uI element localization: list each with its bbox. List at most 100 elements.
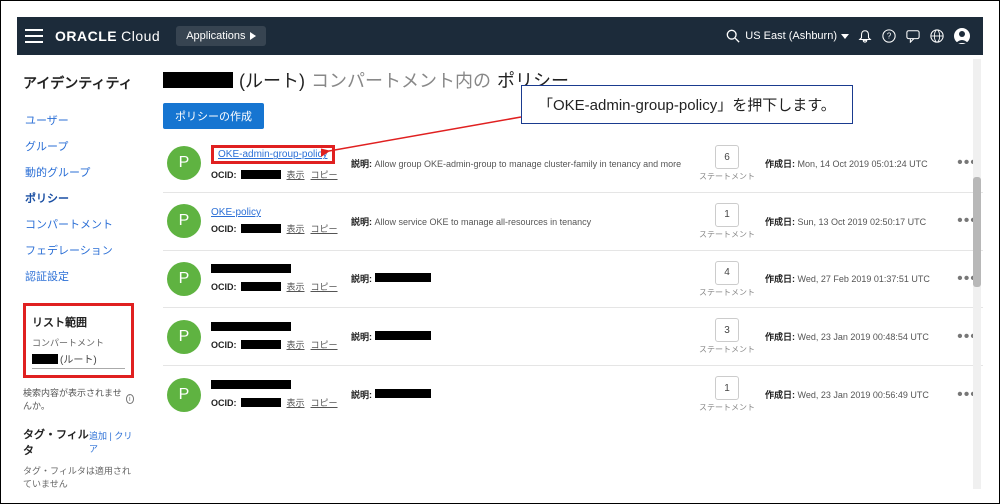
statement-count-label: ステートメント bbox=[699, 173, 755, 182]
title-root: (ルート) bbox=[239, 67, 305, 93]
ocid-copy-link[interactable]: コピー bbox=[311, 222, 338, 235]
policy-avatar: P bbox=[167, 378, 201, 412]
user-avatar-icon[interactable] bbox=[954, 28, 970, 44]
search-hint: 検索内容が表示されませんか。 i bbox=[23, 386, 134, 412]
redacted-text bbox=[241, 340, 281, 349]
list-scope-title: リスト範囲 bbox=[32, 314, 125, 330]
sidebar: アイデンティティ ユーザー グループ 動的グループ ポリシー コンパートメント … bbox=[17, 55, 145, 485]
compartment-suffix: (ルート) bbox=[60, 351, 97, 366]
brand-main: ORACLE bbox=[55, 28, 117, 44]
compartment-selector[interactable]: (ルート) bbox=[32, 351, 125, 369]
redacted-text bbox=[211, 380, 291, 389]
policy-description: 説明: Allow group OKE-admin-group to manag… bbox=[351, 157, 689, 170]
statement-count: 1 bbox=[715, 376, 739, 400]
policy-row: POCID: 表示 コピー説明: 1ステートメント作成日: Wed, 23 Ja… bbox=[163, 366, 983, 423]
ocid-copy-link[interactable]: コピー bbox=[311, 280, 338, 293]
global-header: ORACLECloud Applications US East (Ashbur… bbox=[17, 17, 983, 55]
policy-name-link[interactable]: OKE-policy bbox=[211, 207, 261, 218]
redacted-text bbox=[163, 72, 233, 88]
sidebar-item-groups[interactable]: グループ bbox=[23, 133, 134, 159]
policy-list: POKE-admin-group-policyOCID: 表示 コピー説明: A… bbox=[163, 135, 983, 423]
policy-description: 説明: bbox=[351, 388, 689, 401]
redacted-text bbox=[241, 398, 281, 407]
policy-name-cell: OCID: 表示 コピー bbox=[211, 322, 341, 351]
globe-icon[interactable] bbox=[930, 29, 944, 43]
sidebar-item-policies[interactable]: ポリシー bbox=[23, 185, 134, 211]
created-date: 作成日: Sun, 13 Oct 2019 02:50:17 UTC bbox=[765, 215, 945, 228]
compartment-label: コンパートメント bbox=[32, 336, 125, 349]
chevron-down-icon bbox=[841, 34, 849, 39]
hamburger-menu-icon[interactable] bbox=[25, 29, 43, 43]
ocid-line: OCID: 表示 コピー bbox=[211, 338, 341, 351]
ocid-show-link[interactable]: 表示 bbox=[287, 338, 305, 351]
title-mid: コンパートメント内の bbox=[311, 71, 491, 91]
redacted-text bbox=[211, 264, 291, 273]
created-date: 作成日: Wed, 23 Jan 2019 00:56:49 UTC bbox=[765, 388, 945, 401]
statement-count-label: ステートメント bbox=[699, 289, 755, 298]
sidebar-item-compartments[interactable]: コンパートメント bbox=[23, 211, 134, 237]
redacted-text bbox=[375, 389, 431, 398]
scrollbar-thumb[interactable] bbox=[973, 177, 981, 287]
info-icon[interactable]: i bbox=[126, 394, 134, 404]
policy-avatar: P bbox=[167, 146, 201, 180]
search-icon[interactable] bbox=[726, 29, 740, 43]
sidebar-item-dynamic-groups[interactable]: 動的グループ bbox=[23, 159, 134, 185]
redacted-text bbox=[241, 170, 281, 179]
redacted-text bbox=[211, 322, 291, 331]
notifications-icon[interactable] bbox=[858, 29, 872, 43]
policy-row: POCID: 表示 コピー説明: 3ステートメント作成日: Wed, 23 Ja… bbox=[163, 308, 983, 366]
list-scope-panel: リスト範囲 コンパートメント (ルート) bbox=[23, 303, 134, 378]
policy-name-cell: OKE-policyOCID: 表示 コピー bbox=[211, 207, 341, 235]
statement-count: 1 bbox=[715, 203, 739, 227]
ocid-show-link[interactable]: 表示 bbox=[287, 168, 305, 181]
policy-avatar: P bbox=[167, 262, 201, 296]
redacted-text bbox=[241, 224, 281, 233]
highlighted-link: OKE-admin-group-policy bbox=[211, 145, 335, 164]
policy-avatar: P bbox=[167, 204, 201, 238]
ocid-copy-link[interactable]: コピー bbox=[311, 168, 338, 181]
redacted-text bbox=[375, 273, 431, 282]
ocid-show-link[interactable]: 表示 bbox=[287, 222, 305, 235]
sidebar-title: アイデンティティ bbox=[23, 73, 134, 93]
ocid-copy-link[interactable]: コピー bbox=[311, 396, 338, 409]
statement-count-label: ステートメント bbox=[699, 231, 755, 240]
sidebar-item-auth-settings[interactable]: 認証設定 bbox=[23, 263, 134, 289]
statement-count: 4 bbox=[715, 261, 739, 285]
redacted-text bbox=[375, 331, 431, 340]
instruction-callout: 「OKE-admin-group-policy」を押下します。 bbox=[521, 85, 853, 124]
tag-filter-actions[interactable]: 追加 | クリア bbox=[89, 429, 134, 455]
statement-count-cell: 3ステートメント bbox=[699, 318, 755, 355]
ocid-copy-link[interactable]: コピー bbox=[311, 338, 338, 351]
redacted-text bbox=[241, 282, 281, 291]
statement-count: 6 bbox=[715, 145, 739, 169]
redacted-text bbox=[32, 354, 58, 364]
policy-name-cell: OKE-admin-group-policy OCID: 表示 コピー bbox=[211, 145, 341, 181]
policy-description: 説明: bbox=[351, 330, 689, 343]
brand-sub: Cloud bbox=[121, 28, 160, 44]
ocid-show-link[interactable]: 表示 bbox=[287, 396, 305, 409]
statement-count-cell: 4 ステートメント bbox=[699, 261, 755, 298]
help-icon[interactable]: ? bbox=[882, 29, 896, 43]
policy-name-cell: OCID: 表示 コピー bbox=[211, 264, 341, 293]
region-selector[interactable]: US East (Ashburn) bbox=[745, 30, 849, 42]
chevron-right-icon bbox=[250, 32, 256, 40]
policy-name-link[interactable]: OKE-admin-group-policy bbox=[218, 149, 328, 160]
applications-button[interactable]: Applications bbox=[176, 26, 265, 46]
statement-count-label: ステートメント bbox=[699, 346, 755, 355]
created-date: 作成日: Wed, 27 Feb 2019 01:37:51 UTC bbox=[765, 272, 945, 285]
create-policy-button[interactable]: ポリシーの作成 bbox=[163, 103, 264, 129]
svg-text:?: ? bbox=[887, 32, 892, 41]
ocid-line: OCID: 表示 コピー bbox=[211, 280, 341, 293]
statement-count-cell: 6 ステートメント bbox=[699, 145, 755, 182]
ocid-show-link[interactable]: 表示 bbox=[287, 280, 305, 293]
sidebar-item-users[interactable]: ユーザー bbox=[23, 107, 134, 133]
chat-icon[interactable] bbox=[906, 29, 920, 43]
policy-name-cell: OCID: 表示 コピー bbox=[211, 380, 341, 409]
policy-row: POCID: 表示 コピー説明: 4ステートメント作成日: Wed, 27 Fe… bbox=[163, 251, 983, 309]
ocid-line: OCID: 表示 コピー bbox=[211, 168, 341, 181]
brand-logo: ORACLECloud bbox=[55, 28, 160, 44]
policy-description: 説明: Allow service OKE to manage all-reso… bbox=[351, 215, 689, 228]
tag-filter-header: タグ・フィルタ 追加 | クリア bbox=[23, 426, 134, 458]
tag-filter-empty-note: タグ・フィルタは適用されていません bbox=[23, 464, 134, 490]
sidebar-item-federation[interactable]: フェデレーション bbox=[23, 237, 134, 263]
